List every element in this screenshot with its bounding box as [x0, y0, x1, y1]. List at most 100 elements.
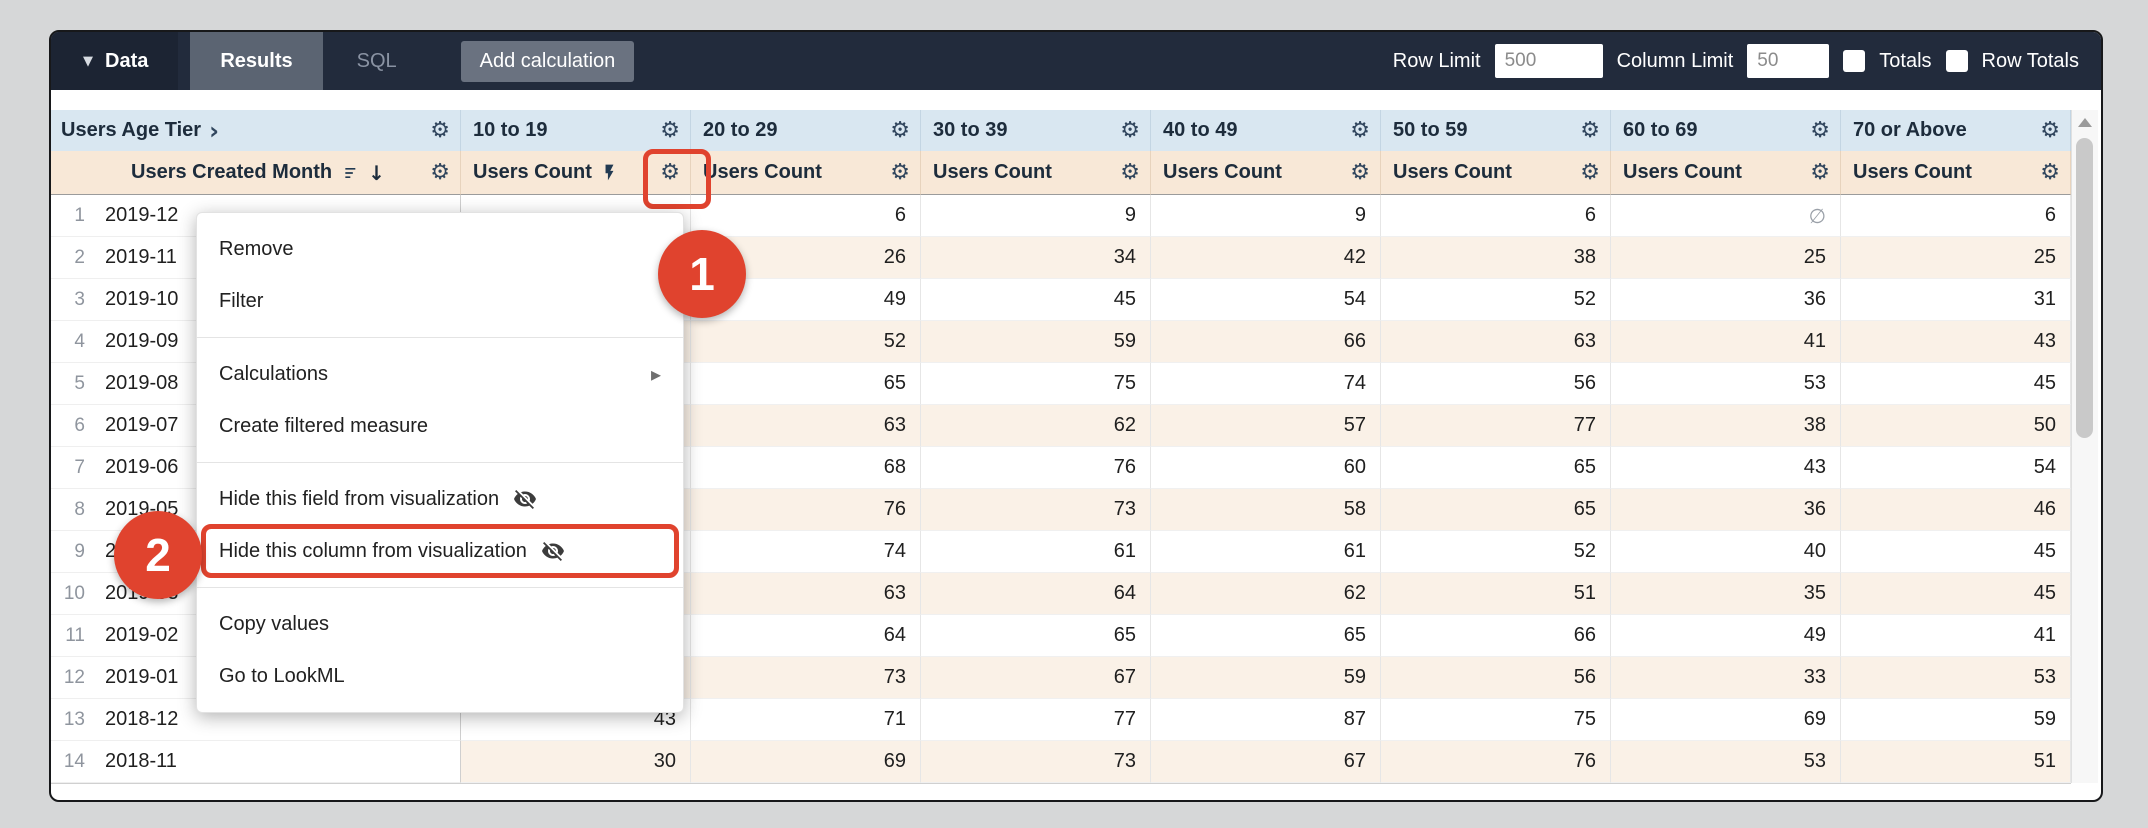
value-cell[interactable]: 45: [1841, 363, 2071, 405]
value-cell[interactable]: 40: [1611, 531, 1841, 573]
tab-sql[interactable]: SQL: [323, 32, 431, 90]
value-cell[interactable]: 42: [1151, 237, 1381, 279]
pivot-header-cell[interactable]: 30 to 39⚙: [921, 110, 1151, 151]
gear-icon[interactable]: ⚙: [2040, 162, 2060, 184]
value-cell[interactable]: 38: [1611, 405, 1841, 447]
pivot-header-cell[interactable]: 10 to 19⚙: [461, 110, 691, 151]
value-cell[interactable]: 52: [1381, 279, 1611, 321]
menu-item-calculations[interactable]: Calculations ▸: [197, 348, 683, 400]
vertical-scrollbar[interactable]: [2071, 110, 2098, 783]
tab-data[interactable]: ▼ Data: [51, 32, 178, 90]
gear-icon[interactable]: ⚙: [2040, 120, 2060, 142]
gear-icon[interactable]: ⚙: [660, 120, 680, 142]
value-cell[interactable]: 31: [1841, 279, 2071, 321]
value-cell[interactable]: 67: [1151, 741, 1381, 783]
value-cell[interactable]: 49: [1611, 615, 1841, 657]
value-cell[interactable]: 58: [1151, 489, 1381, 531]
value-cell[interactable]: 59: [1841, 699, 2071, 741]
gear-icon[interactable]: ⚙: [890, 162, 910, 184]
value-cell[interactable]: 54: [1841, 447, 2071, 489]
menu-item-create-filtered-measure[interactable]: Create filtered measure: [197, 400, 683, 452]
value-cell[interactable]: 6: [1381, 195, 1611, 237]
value-cell[interactable]: 25: [1611, 237, 1841, 279]
measure-header-cell[interactable]: Users Count⚙: [921, 151, 1151, 195]
value-cell[interactable]: 53: [1841, 657, 2071, 699]
value-cell[interactable]: 59: [921, 321, 1151, 363]
value-cell[interactable]: 45: [921, 279, 1151, 321]
month-cell[interactable]: 2018-11: [95, 741, 461, 783]
menu-item-copy-values[interactable]: Copy values: [197, 598, 683, 650]
menu-item-go-to-lookml[interactable]: Go to LookML: [197, 650, 683, 702]
value-cell[interactable]: 65: [691, 363, 921, 405]
value-cell[interactable]: 41: [1841, 615, 2071, 657]
pivot-header-cell[interactable]: 50 to 59⚙: [1381, 110, 1611, 151]
measure-header-cell[interactable]: Users Count⚙: [1611, 151, 1841, 195]
value-cell[interactable]: 77: [921, 699, 1151, 741]
value-cell[interactable]: 63: [691, 573, 921, 615]
value-cell[interactable]: 74: [691, 531, 921, 573]
value-cell[interactable]: 41: [1611, 321, 1841, 363]
value-cell[interactable]: 34: [921, 237, 1151, 279]
value-cell[interactable]: 36: [1611, 489, 1841, 531]
menu-item-hide-column[interactable]: Hide this column from visualization: [197, 525, 683, 577]
value-cell[interactable]: 65: [921, 615, 1151, 657]
totals-checkbox[interactable]: [1843, 50, 1865, 72]
value-cell[interactable]: 6: [1841, 195, 2071, 237]
pivot-header-cell[interactable]: 40 to 49⚙: [1151, 110, 1381, 151]
value-cell[interactable]: 38: [1381, 237, 1611, 279]
value-cell[interactable]: 33: [1611, 657, 1841, 699]
menu-item-filter[interactable]: Filter: [197, 275, 683, 327]
gear-icon[interactable]: ⚙: [1580, 162, 1600, 184]
row-dimension-header[interactable]: Users Created Month ↓ ⚙: [51, 151, 461, 195]
value-cell[interactable]: 56: [1381, 363, 1611, 405]
value-cell[interactable]: 69: [691, 741, 921, 783]
tab-results[interactable]: Results: [190, 32, 322, 90]
value-cell[interactable]: 57: [1151, 405, 1381, 447]
value-cell[interactable]: 74: [1151, 363, 1381, 405]
value-cell[interactable]: 59: [1151, 657, 1381, 699]
value-cell[interactable]: 77: [1381, 405, 1611, 447]
gear-icon[interactable]: ⚙: [1350, 120, 1370, 142]
gear-icon[interactable]: ⚙: [1810, 120, 1830, 142]
value-cell[interactable]: 52: [1381, 531, 1611, 573]
menu-item-remove[interactable]: Remove: [197, 223, 683, 275]
row-totals-checkbox[interactable]: [1946, 50, 1968, 72]
value-cell[interactable]: 53: [1611, 363, 1841, 405]
value-cell[interactable]: 56: [1381, 657, 1611, 699]
value-cell[interactable]: 68: [691, 447, 921, 489]
scroll-up-arrow-icon[interactable]: [2078, 118, 2092, 127]
gear-icon[interactable]: ⚙: [430, 162, 450, 184]
gear-icon[interactable]: ⚙: [890, 120, 910, 142]
value-cell[interactable]: 46: [1841, 489, 2071, 531]
value-cell[interactable]: 53: [1611, 741, 1841, 783]
value-cell[interactable]: 73: [921, 741, 1151, 783]
value-cell[interactable]: 66: [1381, 615, 1611, 657]
pivot-dimension-header[interactable]: Users Age Tier › ⚙: [51, 110, 461, 151]
value-cell[interactable]: 60: [1151, 447, 1381, 489]
value-cell[interactable]: ∅: [1611, 195, 1841, 237]
gear-icon[interactable]: ⚙: [1350, 162, 1370, 184]
value-cell[interactable]: 9: [1151, 195, 1381, 237]
gear-icon[interactable]: ⚙: [1120, 120, 1140, 142]
gear-icon[interactable]: ⚙: [1120, 162, 1140, 184]
measure-header-cell[interactable]: Users Count⚙: [1151, 151, 1381, 195]
value-cell[interactable]: 76: [921, 447, 1151, 489]
measure-header-cell[interactable]: Users Count⚙: [1381, 151, 1611, 195]
value-cell[interactable]: 25: [1841, 237, 2071, 279]
value-cell[interactable]: 76: [691, 489, 921, 531]
value-cell[interactable]: 30: [461, 741, 691, 783]
value-cell[interactable]: 50: [1841, 405, 2071, 447]
scrollbar-thumb[interactable]: [2076, 138, 2093, 438]
pivot-header-cell[interactable]: 20 to 29⚙: [691, 110, 921, 151]
column-limit-input[interactable]: [1747, 44, 1829, 78]
value-cell[interactable]: 61: [1151, 531, 1381, 573]
value-cell[interactable]: 75: [921, 363, 1151, 405]
value-cell[interactable]: 73: [691, 657, 921, 699]
value-cell[interactable]: 87: [1151, 699, 1381, 741]
measure-header-cell[interactable]: Users Count⚙: [461, 151, 691, 195]
value-cell[interactable]: 64: [921, 573, 1151, 615]
value-cell[interactable]: 6: [691, 195, 921, 237]
value-cell[interactable]: 65: [1151, 615, 1381, 657]
gear-icon[interactable]: ⚙: [430, 120, 450, 142]
value-cell[interactable]: 51: [1381, 573, 1611, 615]
